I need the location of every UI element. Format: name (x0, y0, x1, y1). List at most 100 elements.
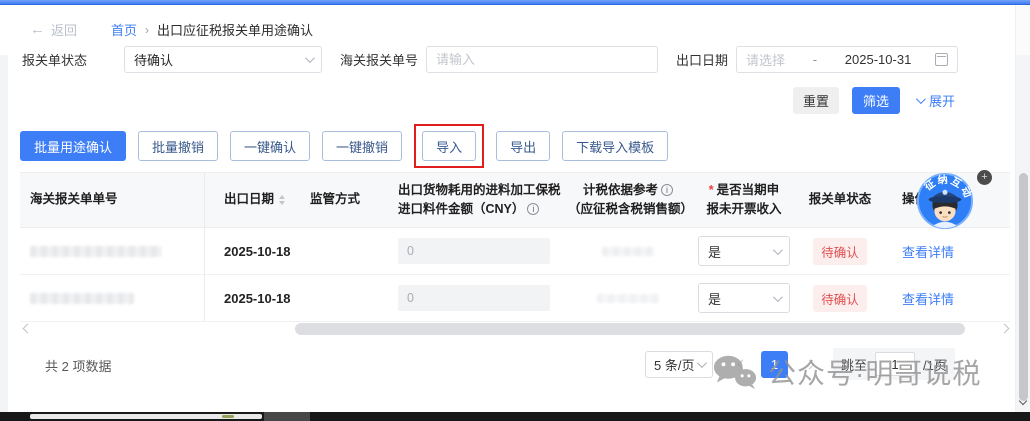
declarations-table: 海关报关单单号 出口日期 监管方式 出口货物耗用的进料加工保税 进口料件金额（C… (20, 172, 1010, 322)
status-filter-select[interactable]: 待确认 (124, 46, 322, 73)
current-period-select[interactable]: 是 (698, 283, 790, 313)
filter-button[interactable]: 筛选 (852, 87, 900, 114)
filter-row: 报关单状态 待确认 海关报关单号 出口日期 请选择 - 2025-10-31 (22, 45, 958, 73)
tax-officer-avatar-icon: 征纳互动 (916, 172, 974, 230)
breadcrumb-separator: › (145, 23, 149, 37)
prev-page-icon[interactable] (738, 359, 748, 369)
chevron-down-icon (773, 292, 783, 302)
next-page-icon[interactable] (805, 359, 815, 369)
col-bonded-material-amount: 出口货物耗用的进料加工保税 进口料件金额（CNY）i (388, 173, 568, 227)
info-icon[interactable]: i (661, 184, 673, 196)
col-status: 报关单状态 (800, 173, 880, 227)
date-end-value: 2025-10-31 (845, 52, 912, 67)
export-date-range-picker[interactable]: 请选择 - 2025-10-31 (736, 46, 958, 73)
sort-icon[interactable] (279, 195, 285, 205)
total-count: 共 2 项数据 (45, 356, 111, 375)
back-button[interactable]: ← 返回 (30, 20, 77, 39)
export-button[interactable]: 导出 (496, 131, 550, 161)
bonded-amount-input: 0 (398, 238, 550, 264)
status-filter-label: 报关单状态 (22, 50, 112, 69)
batch-revoke-button[interactable]: 批量撤销 (138, 131, 218, 161)
vertical-scroll-thumb[interactable] (1019, 173, 1028, 401)
table-row: 2025-10-18 0 是 待确认 查看详情 (20, 275, 1010, 322)
bonded-amount-input: 0 (398, 285, 550, 311)
status-filter-value: 待确认 (134, 50, 173, 69)
redacted-tax-basis (602, 247, 654, 256)
tax-basis-cell (568, 244, 688, 259)
pagination: 5 条/页 1 跳至 /1页 (645, 348, 955, 380)
back-label: 返回 (51, 20, 77, 39)
current-page-button[interactable]: 1 (761, 351, 788, 378)
export-date-cell: 2025-10-18 (205, 291, 298, 306)
view-details-link[interactable]: 查看详情 (902, 245, 954, 260)
chevron-down-icon (916, 94, 926, 104)
redacted-customs-no (30, 246, 162, 257)
one-click-revoke-button[interactable]: 一键撤销 (322, 131, 402, 161)
toolbar: 批量用途确认 批量撤销 一键确认 一键撤销 导入 导出 下载导入模板 (20, 124, 668, 168)
info-icon[interactable]: i (527, 203, 539, 215)
bottom-bar (0, 412, 1030, 421)
actions-cell: 查看详情 (880, 242, 1010, 261)
col-uninvoiced-income: *是否当期申 报未开票收入 (688, 173, 800, 227)
vertical-scrollbar[interactable] (1015, 5, 1030, 412)
horizontal-scroll-thumb[interactable] (295, 323, 965, 335)
customs-no-cell (20, 228, 205, 274)
status-cell: 待确认 (800, 285, 880, 312)
table-horizontal-scrollbar[interactable] (20, 321, 1010, 337)
jump-page-input[interactable] (875, 352, 915, 376)
download-template-button[interactable]: 下载导入模板 (562, 131, 668, 161)
page-size-value: 5 条/页 (654, 355, 694, 374)
customs-no-field (426, 46, 658, 73)
view-details-link[interactable]: 查看详情 (902, 292, 954, 307)
expand-label: 展开 (929, 91, 955, 110)
bonded-amount-cell: 0 (388, 238, 568, 264)
current-period-value: 是 (708, 242, 721, 261)
col-tax-basis-line1: 计税依据参考 (583, 183, 658, 197)
col-uninvoiced-line1: 是否当期申 (717, 183, 780, 197)
col-bonded-line1: 出口货物耗用的进料加工保税 (398, 181, 561, 200)
current-period-select[interactable]: 是 (698, 236, 790, 266)
import-highlight-box: 导入 (414, 124, 484, 168)
assistant-expand-icon[interactable]: + (977, 170, 992, 185)
date-range-separator: - (813, 52, 817, 67)
date-start-placeholder: 请选择 (746, 50, 785, 69)
uninvoiced-income-cell: 是 (688, 236, 800, 266)
col-customs-no: 海关报关单单号 (20, 173, 205, 227)
export-date-cell: 2025-10-18 (205, 244, 298, 259)
col-tax-basis: 计税依据参考i （应征税含税销售额） (568, 173, 688, 227)
export-tax-declaration-page: ← 返回 首页 › 出口应征税报关单用途确认 报关单状态 待确认 海关报关单号 … (0, 0, 1030, 421)
page-edge-strip (0, 55, 8, 412)
status-cell: 待确认 (800, 238, 880, 265)
redacted-tax-basis (597, 294, 659, 303)
redacted-customs-no (30, 293, 134, 304)
table-header-row: 海关报关单单号 出口日期 监管方式 出口货物耗用的进料加工保税 进口料件金额（C… (20, 172, 1010, 228)
page-jumper: 跳至 /1页 (833, 348, 955, 380)
customs-no-cell (20, 275, 205, 321)
import-button[interactable]: 导入 (422, 131, 476, 161)
top-accent-bar (0, 0, 1030, 5)
jump-label: 跳至 (841, 355, 867, 374)
batch-purpose-confirm-button[interactable]: 批量用途确认 (20, 131, 126, 161)
chevron-down-icon (697, 358, 707, 368)
page-size-select[interactable]: 5 条/页 (645, 351, 713, 378)
col-bonded-line2: 进口料件金额（CNY） (398, 202, 524, 216)
one-click-confirm-button[interactable]: 一键确认 (230, 131, 310, 161)
interaction-assistant-button[interactable]: 征纳互动 (916, 172, 974, 230)
reset-button[interactable]: 重置 (793, 87, 839, 114)
col-export-date[interactable]: 出口日期 (205, 173, 298, 227)
scroll-left-icon[interactable] (23, 324, 33, 334)
back-arrow-icon: ← (30, 21, 45, 38)
expand-toggle[interactable]: 展开 (916, 91, 955, 110)
col-uninvoiced-line2: 报未开票收入 (706, 200, 781, 219)
scroll-right-icon[interactable] (1000, 324, 1010, 334)
breadcrumb-home[interactable]: 首页 (111, 20, 137, 39)
bonded-amount-cell: 0 (388, 285, 568, 311)
chevron-down-icon (773, 245, 783, 255)
required-asterisk: * (709, 183, 714, 197)
col-supervision-mode: 监管方式 (298, 173, 388, 227)
filter-actions: 重置 筛选 展开 (793, 87, 955, 114)
total-pages-label: /1页 (923, 355, 947, 374)
customs-no-input[interactable] (436, 52, 648, 67)
status-badge: 待确认 (813, 285, 867, 312)
actions-cell: 查看详情 (880, 289, 1010, 308)
